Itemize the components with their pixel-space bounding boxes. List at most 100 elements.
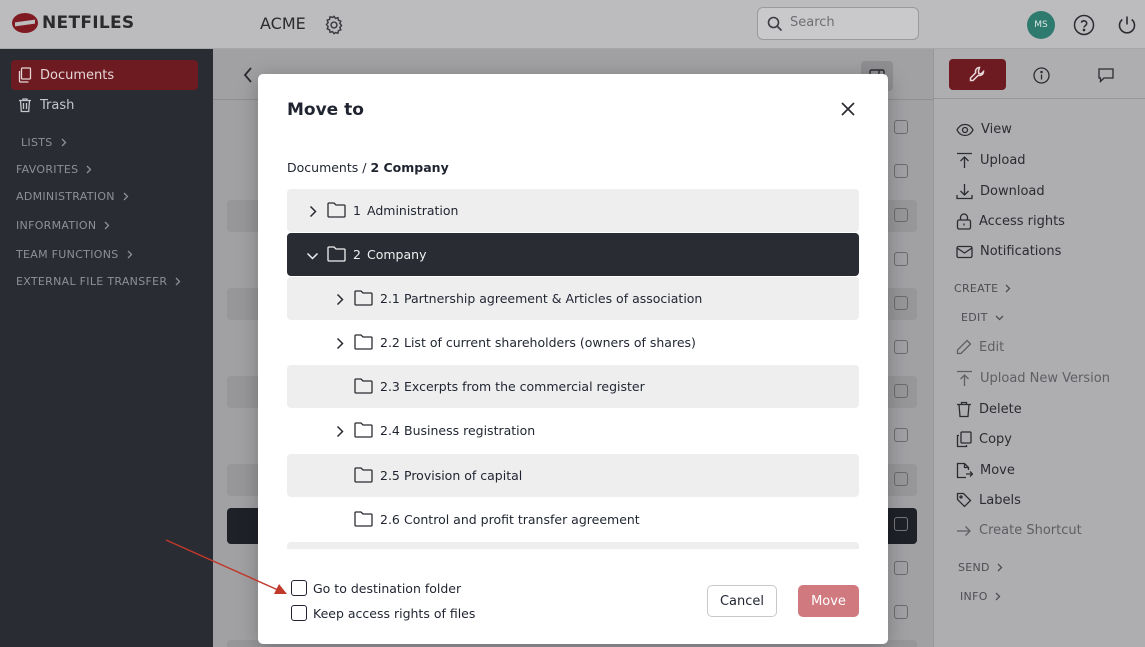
back-arrow-icon[interactable] [243,67,253,83]
row-checkbox[interactable] [894,472,908,486]
sidebar-section-information[interactable]: INFORMATION [16,219,110,232]
action-labels[interactable]: Labels [956,492,1021,508]
row-checkbox[interactable] [894,208,908,222]
avatar[interactable]: MS [1027,11,1055,39]
folder-name: List of current shareholders (owners of … [404,335,696,350]
row-checkbox[interactable] [894,561,908,575]
row-checkbox[interactable] [894,428,908,442]
folder-name: Business registration [404,423,536,438]
row-checkbox[interactable] [894,384,908,398]
chevron-right-icon [86,165,92,174]
move-button[interactable]: Move [798,585,859,617]
folder-number: 2 [353,247,361,262]
folder-tree: 1 Administration 2 Company 2.1 Partnersh… [287,189,859,549]
folder-row[interactable]: 1 Administration [287,189,859,232]
workspace-name: ACME [260,14,306,33]
option-keep-access-rights[interactable]: Keep access rights of files [291,605,475,621]
right-panel: View Upload Download Access rights Notif… [933,49,1145,647]
folder-row[interactable] [287,542,859,549]
chevron-right-icon[interactable] [336,425,344,438]
action-access-rights[interactable]: Access rights [956,213,1065,230]
sidebar-item-trash[interactable]: Trash [11,90,198,120]
folder-name: Excerpts from the commercial register [404,379,645,394]
action-delete[interactable]: Delete [956,401,1022,418]
go-to-destination-checkbox[interactable] [291,580,307,596]
upload-icon [957,370,972,386]
search-box[interactable] [757,7,919,40]
sidebar-section-lists[interactable]: LISTS [21,136,67,149]
trash-icon [19,98,31,113]
folder-row[interactable]: 2.6 Control and profit transfer agreemen… [287,498,859,541]
documents-icon [18,67,32,83]
sidebar-section-favorites[interactable]: FAVORITES [16,163,92,176]
option-label: Keep access rights of files [313,605,476,621]
action-move[interactable]: Move [956,462,1015,479]
section-create[interactable]: CREATE [954,282,1011,295]
row-checkbox[interactable] [894,164,908,178]
info-icon[interactable] [1033,67,1050,84]
power-icon[interactable] [1116,14,1138,36]
action-download[interactable]: Download [956,183,1045,200]
chevron-right-icon [995,592,1001,601]
row-checkbox[interactable] [894,340,908,354]
help-icon[interactable] [1073,14,1095,36]
row-checkbox-checked[interactable] [894,517,908,531]
netfiles-logo[interactable]: NETFILES [12,13,134,33]
breadcrumb: Documents / 2 Company [287,160,449,175]
action-view[interactable]: View [956,122,1012,137]
row-checkbox[interactable] [894,296,908,310]
sidebar-item-label: Documents [40,67,115,83]
gear-icon[interactable] [323,14,345,36]
eye-icon [956,123,974,136]
action-notifications[interactable]: Notifications [956,244,1061,259]
action-upload-new-version[interactable]: Upload New Version [956,370,1110,387]
sidebar-section-team-functions[interactable]: TEAM FUNCTIONS [16,248,133,261]
select-all-checkbox[interactable] [894,120,908,134]
chevron-right-icon[interactable] [336,337,344,350]
folder-icon [354,511,373,527]
chevron-right-icon[interactable] [309,205,317,218]
action-create-shortcut[interactable]: Create Shortcut [956,523,1082,538]
section-info[interactable]: INFO [960,590,1001,603]
folder-row[interactable]: 2.5 Provision of capital [287,454,859,497]
breadcrumb-root[interactable]: Documents [287,160,358,175]
search-input[interactable] [790,15,910,30]
close-icon[interactable] [839,100,857,118]
sidebar-item-documents[interactable]: Documents [11,60,198,90]
wrench-icon [969,66,985,82]
action-copy[interactable]: Copy [956,431,1012,448]
upload-icon [957,152,972,168]
breadcrumb-current: 2 Company [370,160,449,175]
section-send[interactable]: SEND [958,561,1003,574]
folder-name: Provision of capital [404,468,523,483]
row-checkbox[interactable] [894,605,908,619]
folder-row[interactable]: 2.4 Business registration [287,409,859,452]
keep-access-rights-checkbox[interactable] [291,605,307,621]
section-edit[interactable]: EDIT [961,311,1004,324]
tab-tools[interactable] [949,59,1006,90]
folder-row[interactable]: 2.3 Excerpts from the commercial registe… [287,365,859,408]
option-go-to-destination[interactable]: Go to destination folder [291,580,461,596]
action-edit[interactable]: Edit [956,339,1004,355]
dialog-title: Move to [287,100,364,120]
chevron-right-icon [104,221,110,230]
comment-icon[interactable] [1098,68,1114,83]
sidebar-section-administration[interactable]: ADMINISTRATION [16,190,129,203]
chevron-right-icon[interactable] [336,293,344,306]
folder-row[interactable]: 2.2 List of current shareholders (owners… [287,321,859,364]
lock-icon [956,213,972,230]
arrow-right-icon [957,525,971,536]
move-to-dialog: Move to Documents / 2 Company 1 Administ… [258,74,888,644]
chevron-down-icon[interactable] [306,252,319,260]
cancel-button[interactable]: Cancel [707,585,777,617]
tag-icon [956,492,972,508]
action-upload[interactable]: Upload [956,152,1026,169]
row-checkbox[interactable] [894,252,908,266]
folder-row-selected[interactable]: 2 Company [287,233,859,276]
chevron-right-icon [123,192,129,201]
folder-number: 2.3 [380,379,400,394]
folder-icon [354,467,373,483]
folder-row[interactable]: 2.1 Partnership agreement & Articles of … [287,277,859,320]
sidebar-section-external-file-transfer[interactable]: EXTERNAL FILE TRANSFER [16,275,181,288]
folder-number: 2.4 [380,423,400,438]
